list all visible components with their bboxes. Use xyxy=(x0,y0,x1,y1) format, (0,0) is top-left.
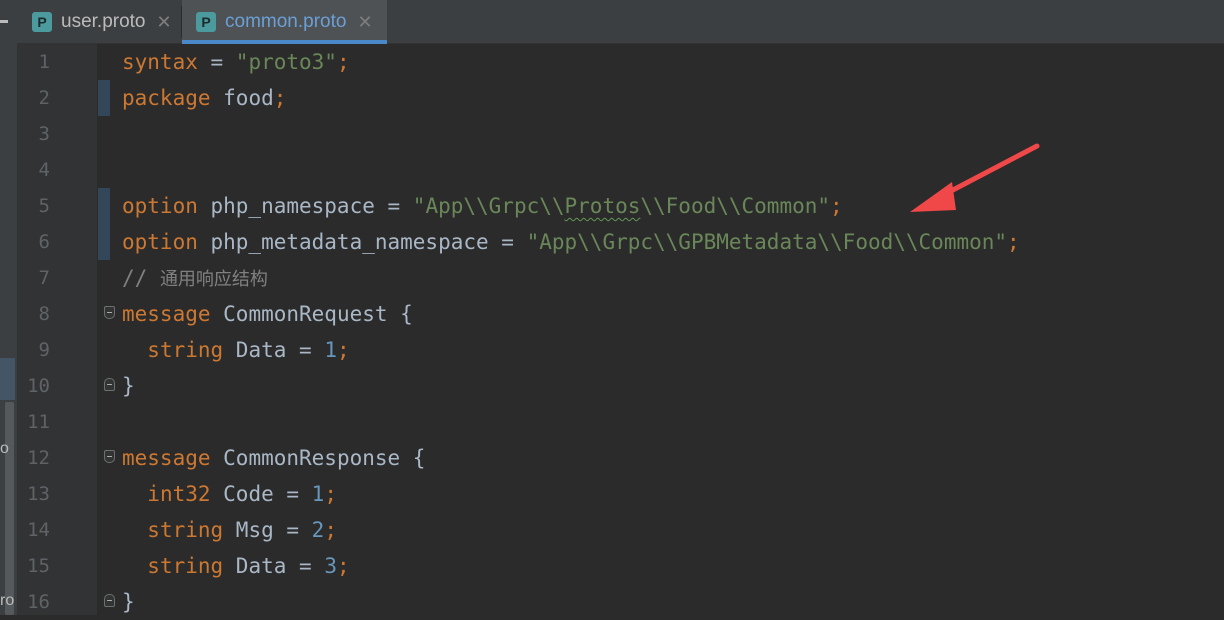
identifier: food xyxy=(210,86,274,110)
line-number: 12 xyxy=(27,447,50,469)
semicolon: ; xyxy=(336,50,350,74)
fold-marker-icon[interactable] xyxy=(104,378,115,391)
keyword: int32 xyxy=(147,482,211,506)
code-line-15: string Data = 3; xyxy=(122,548,350,584)
code-line-2: package food; xyxy=(122,80,286,116)
identifier: CommonRequest { xyxy=(210,302,413,326)
code-line-12: message CommonResponse { xyxy=(122,440,425,476)
keyword: option xyxy=(122,230,198,254)
line-number: 11 xyxy=(27,411,50,433)
code-line-14: string Msg = 2; xyxy=(122,512,337,548)
string-literal: \\Food\\Common" xyxy=(640,194,831,218)
keyword: message xyxy=(122,302,211,326)
semicolon: ; xyxy=(336,554,350,578)
spellcheck-word: Protos xyxy=(564,194,641,218)
code-line-7: // 通用响应结构 xyxy=(122,260,268,296)
semicolon: ; xyxy=(324,482,337,506)
code-line-1: syntax = "proto3"; xyxy=(122,44,350,80)
tab-common-proto[interactable]: P common.proto ✕ xyxy=(182,0,387,44)
proto-file-icon: P xyxy=(196,12,216,32)
line-number: 5 xyxy=(38,195,50,217)
identifier: php_namespace = xyxy=(197,194,413,218)
editor-tab-bar: P user.proto ✕ P common.proto ✕ xyxy=(17,0,1224,44)
identifier: Msg = xyxy=(223,518,312,542)
semicolon: ; xyxy=(324,518,337,542)
editor-gutter[interactable]: 1 2 3 4 5 6 7 8 9 10 11 12 13 14 15 16 xyxy=(17,44,97,615)
identifier: Data = xyxy=(223,338,325,362)
identifier: php_metadata_namespace = xyxy=(197,230,527,254)
code-line-6: option php_metadata_namespace = "App\\Gr… xyxy=(122,224,1020,260)
keyword: string xyxy=(147,554,224,578)
keyword: string xyxy=(147,518,224,542)
tab-label: user.proto xyxy=(61,11,146,32)
vcs-change-marker[interactable] xyxy=(98,80,110,116)
identifier: Code = xyxy=(210,482,312,506)
annotation-arrow xyxy=(910,143,1040,212)
code-line-5: option php_namespace = "App\\Grpc\\Proto… xyxy=(122,188,843,224)
comment-text: 通用响应结构 xyxy=(159,269,268,290)
panel-collapse-icon[interactable] xyxy=(0,20,8,23)
line-number: 4 xyxy=(38,159,50,181)
brace: } xyxy=(122,374,135,398)
line-number: 14 xyxy=(27,519,50,541)
project-tree-text-fragment: ro xyxy=(0,592,15,609)
operator: = xyxy=(197,50,236,74)
line-number: 7 xyxy=(38,267,50,289)
brace: } xyxy=(122,590,135,614)
line-number: 10 xyxy=(27,375,50,397)
semicolon: ; xyxy=(830,194,843,218)
semicolon: ; xyxy=(273,86,287,110)
line-number: 9 xyxy=(38,339,50,361)
string-literal: "App\\Grpc\\GPBMetadata\\Food\\Common" xyxy=(526,230,1008,254)
keyword: syntax xyxy=(122,50,198,74)
tab-label: common.proto xyxy=(225,11,347,32)
proto-file-icon: P xyxy=(32,12,52,32)
keyword: string xyxy=(147,338,224,362)
project-tree-text-fragment: o xyxy=(0,440,9,457)
line-number: 13 xyxy=(27,483,50,505)
close-icon[interactable]: ✕ xyxy=(357,12,372,33)
line-number: 8 xyxy=(38,303,50,325)
line-number: 15 xyxy=(27,555,50,577)
code-line-9: string Data = 1; xyxy=(122,332,350,368)
line-number: 3 xyxy=(38,123,50,145)
semicolon: ; xyxy=(1007,230,1020,254)
keyword: option xyxy=(122,194,198,218)
string-literal: "proto3" xyxy=(235,50,337,74)
identifier: CommonResponse { xyxy=(210,446,426,470)
identifier: Data = xyxy=(223,554,325,578)
code-line-8: message CommonRequest { xyxy=(122,296,413,332)
line-number: 1 xyxy=(38,51,50,73)
fold-marker-icon[interactable] xyxy=(104,594,115,607)
tab-user-proto[interactable]: P user.proto ✕ xyxy=(32,0,181,44)
fold-marker-icon[interactable] xyxy=(104,306,115,319)
string-literal: "App\\Grpc\\ xyxy=(412,194,565,218)
project-tree-scrollbar[interactable] xyxy=(5,402,14,615)
project-tree-selection xyxy=(0,358,15,400)
semicolon: ; xyxy=(336,338,350,362)
number-literal: 3 xyxy=(324,554,337,578)
number-literal: 2 xyxy=(311,518,325,542)
close-icon[interactable]: ✕ xyxy=(157,12,172,33)
fold-marker-icon[interactable] xyxy=(104,450,115,463)
code-line-10: } xyxy=(122,368,135,404)
keyword: message xyxy=(122,446,211,470)
keyword: package xyxy=(122,86,211,110)
number-literal: 1 xyxy=(324,338,337,362)
line-number: 2 xyxy=(38,87,50,109)
line-number: 6 xyxy=(38,231,50,253)
code-line-13: int32 Code = 1; xyxy=(122,476,337,512)
comment: // xyxy=(122,266,160,290)
number-literal: 1 xyxy=(311,482,325,506)
vcs-change-marker[interactable] xyxy=(98,188,110,260)
left-tool-strip: o ro xyxy=(0,0,17,615)
